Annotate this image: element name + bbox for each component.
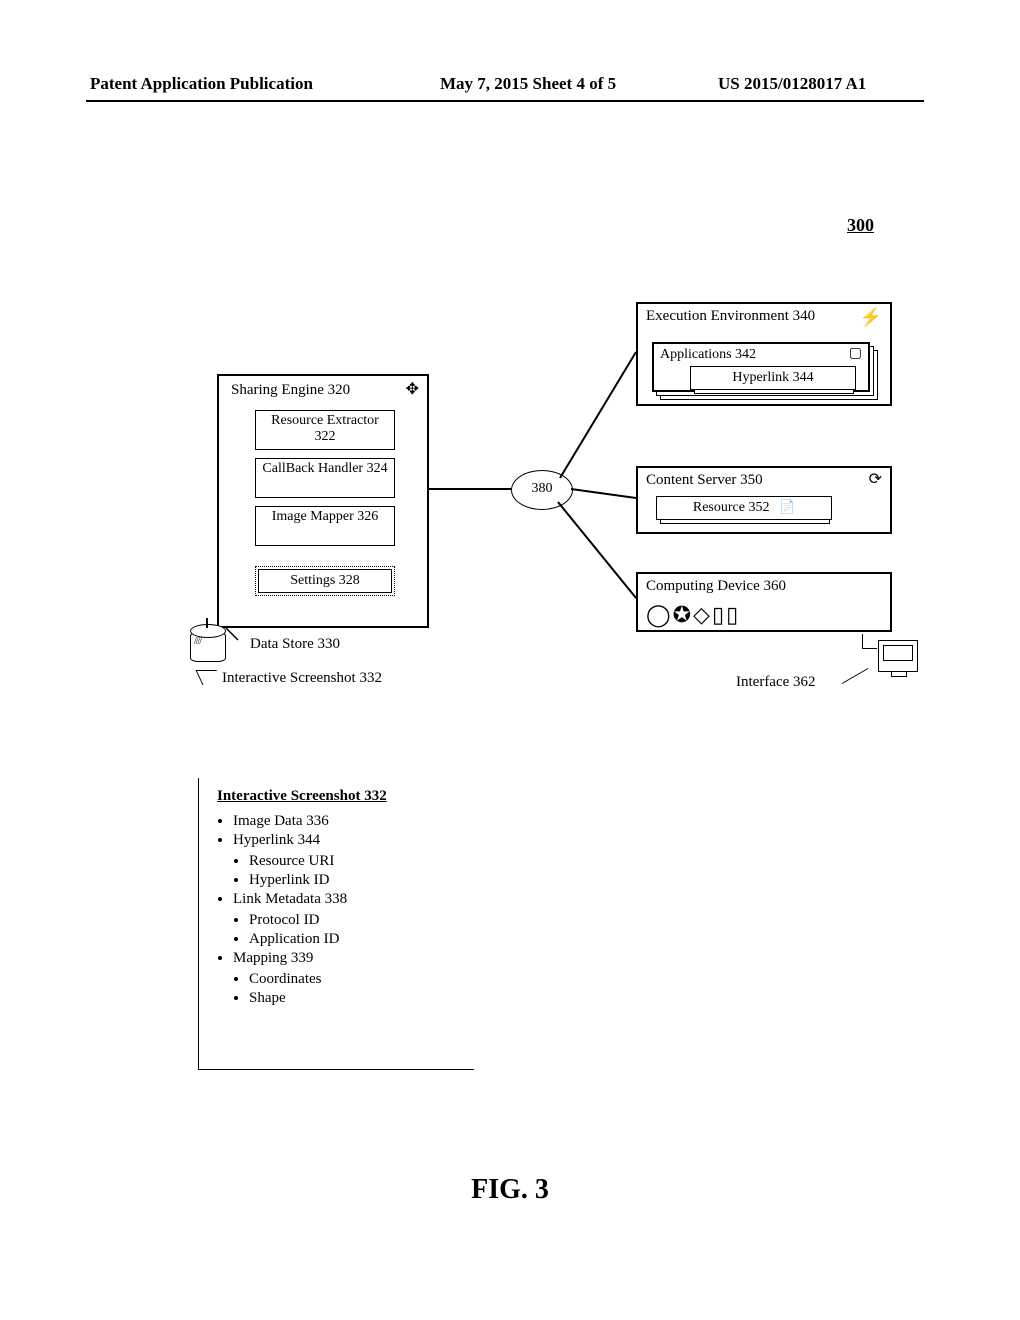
data-store-sublabel: Interactive Screenshot 332 <box>222 670 382 687</box>
hyperlink-box: Hyperlink 344 <box>690 366 856 390</box>
device-icons-icon: ◯✪◇▯▯ <box>646 602 740 628</box>
sharing-engine-title: Sharing Engine 320 <box>231 382 350 399</box>
computing-device-box: Computing Device 360 ◯✪◇▯▯ <box>636 572 892 632</box>
detail-application-id: Application ID <box>249 931 464 948</box>
interface-label: Interface 362 <box>736 674 816 691</box>
header-docnum: US 2015/0128017 A1 <box>718 74 866 94</box>
interface-monitor-icon <box>878 640 918 672</box>
detail-image-data: Image Data 336 <box>233 813 464 830</box>
settings-wrap: Settings 328 <box>255 566 395 596</box>
interactive-screenshot-detail: Interactive Screenshot 332 Image Data 33… <box>198 778 474 1070</box>
detail-shape: Shape <box>249 990 464 1007</box>
puzzle-piece-icon: ✥ <box>406 382 419 398</box>
connector-lines <box>0 0 1020 1320</box>
content-server-title: Content Server 350 <box>646 472 763 489</box>
header-date-sheet: May 7, 2015 Sheet 4 of 5 <box>440 74 616 94</box>
interface-leadline <box>842 668 868 684</box>
resource-extractor-box: Resource Extractor 322 <box>255 410 395 450</box>
detail-mapping: Mapping 339 Coordinates Shape <box>233 950 464 1007</box>
image-mapper-box: Image Mapper 326 <box>255 506 395 546</box>
detail-hyperlink-uri: Resource URI <box>249 853 464 870</box>
patent-figure-page: Patent Application Publication May 7, 20… <box>0 0 1020 1320</box>
data-store-label: Data Store 330 <box>250 636 340 653</box>
header-publication: Patent Application Publication <box>90 74 313 94</box>
detail-coordinates: Coordinates <box>249 971 464 988</box>
resource-box: Resource 352 📄 <box>656 496 832 520</box>
data-store-leadline <box>196 670 224 685</box>
data-store-hatch-icon: //// <box>194 636 201 647</box>
lightning-icon: ⚡ <box>860 308 882 326</box>
interface-connector <box>862 634 877 649</box>
window-icon: ▢ <box>849 347 862 361</box>
detail-title: Interactive Screenshot 332 <box>217 788 464 805</box>
data-store-connector <box>206 618 208 628</box>
applications-label: Applications 342 <box>660 347 756 363</box>
detail-protocol-id: Protocol ID <box>249 912 464 929</box>
figure-ref-number: 300 <box>847 215 874 236</box>
sharing-engine-box: Sharing Engine 320 ✥ Resource Extractor … <box>217 374 429 628</box>
detail-hyperlink-id: Hyperlink ID <box>249 872 464 889</box>
detail-link-meta: Link Metadata 338 Protocol ID Applicatio… <box>233 891 464 948</box>
settings-box: Settings 328 <box>258 569 392 593</box>
execution-environment-title: Execution Environment 340 <box>646 308 866 325</box>
page-icon: 📄 <box>779 499 795 514</box>
header-rule <box>86 100 924 102</box>
computing-device-title: Computing Device 360 <box>646 578 786 595</box>
resource-label: Resource 352 <box>693 500 770 515</box>
callback-handler-box: CallBack Handler 324 <box>255 458 395 498</box>
globe-icon: ⟳ <box>869 472 882 488</box>
network-oval: 380 <box>511 470 573 510</box>
detail-hyperlink: Hyperlink 344 Resource URI Hyperlink ID <box>233 832 464 889</box>
figure-label: FIG. 3 <box>0 1174 1020 1206</box>
